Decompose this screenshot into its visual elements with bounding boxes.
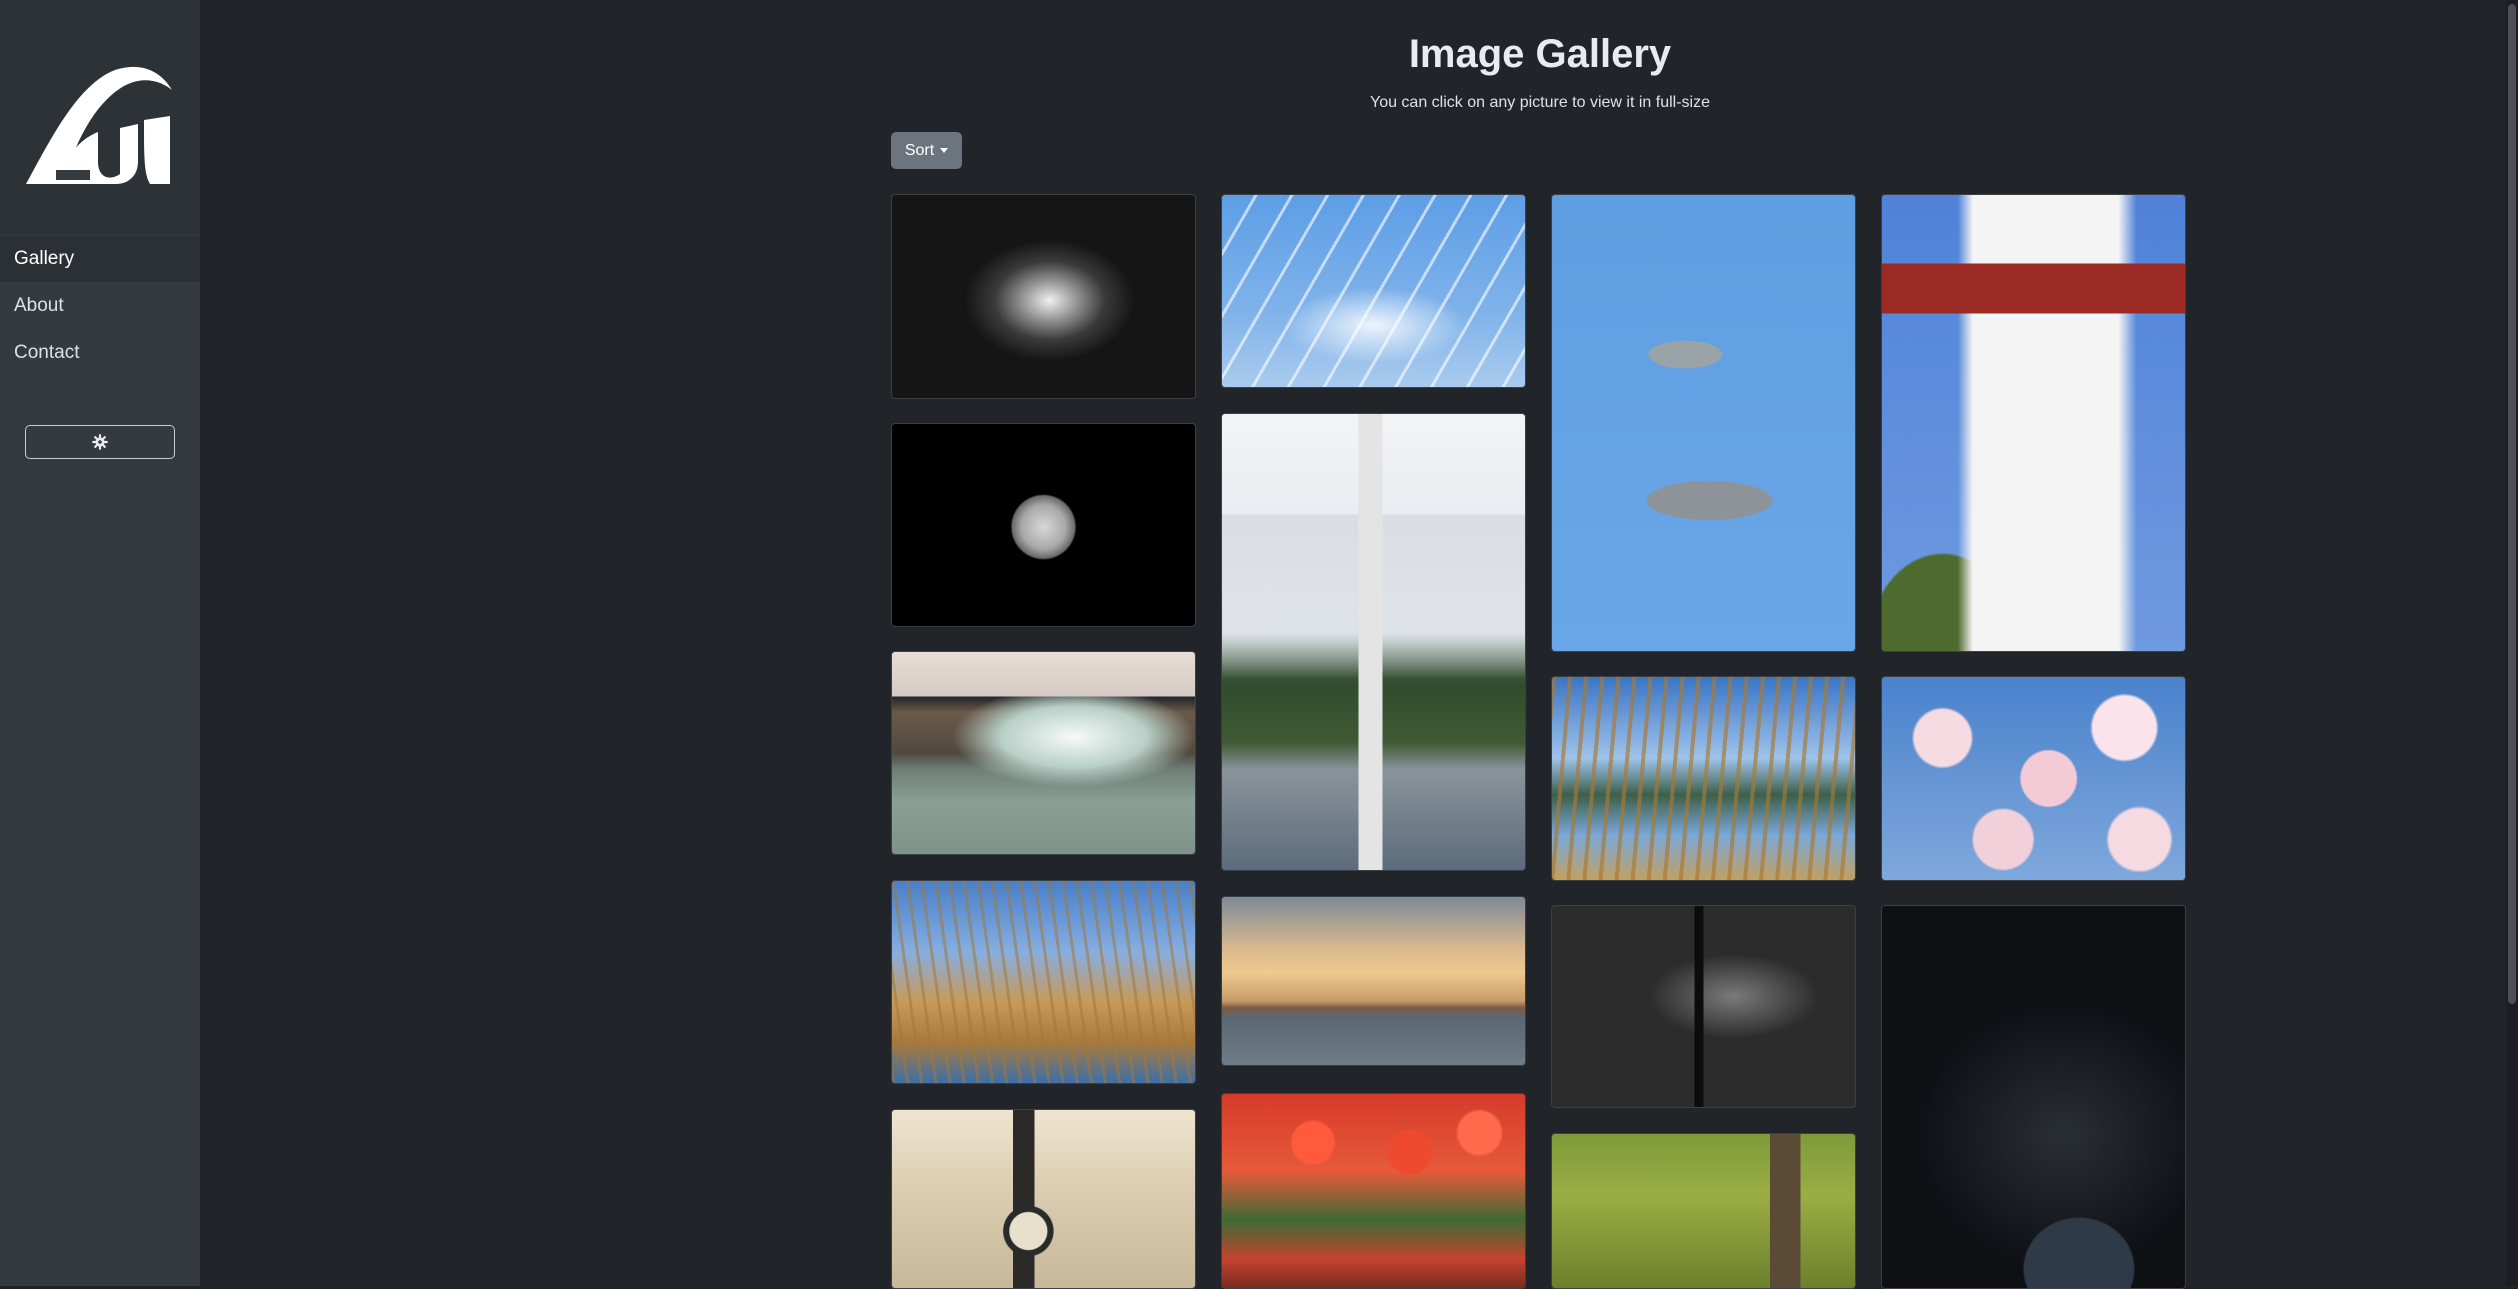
nav-contact[interactable]: Contact [0, 330, 200, 376]
sort-label: Sort [904, 141, 935, 159]
gallery-photo-plane-sunset[interactable] [1221, 896, 1526, 1066]
gallery-photo-bugatti[interactable] [1881, 905, 2186, 1289]
scrollbar-thumb[interactable] [2508, 4, 2516, 1004]
theme-toggle-button[interactable] [25, 425, 175, 459]
gallery-photo-ship-mast[interactable] [1551, 905, 1856, 1108]
gallery-photo-p51-f22-flight[interactable] [1551, 194, 1856, 652]
sidebar: Gallery About Contact [0, 0, 200, 1286]
gallery-photo-reeds-bird[interactable] [891, 880, 1196, 1084]
gallery-photo-clouds-moon[interactable] [891, 194, 1196, 399]
page-subtitle: You can click on any picture to view it … [1369, 94, 1710, 111]
gallery-photo-lanterns-festival[interactable] [1221, 1093, 1526, 1289]
gear-icon [92, 434, 108, 450]
gallery-photo-niagara-falls[interactable] [891, 651, 1196, 855]
gallery-photo-cherry-blossoms[interactable] [1881, 676, 2186, 881]
gallery-photo-reeds-lake[interactable] [1551, 676, 1856, 881]
gallery-photo-lighthouse-red[interactable] [1881, 194, 2186, 652]
logo[interactable] [0, 0, 200, 235]
nav-about[interactable]: About [0, 283, 200, 329]
nav-gallery[interactable]: Gallery [0, 236, 200, 282]
caret-down-icon [940, 148, 949, 153]
logo-icon [26, 66, 172, 184]
gallery-photo-full-moon[interactable] [891, 423, 1196, 627]
sort-dropdown-button[interactable]: Sort [891, 132, 962, 169]
gallery-photo-lighthouse-shore[interactable] [1221, 413, 1526, 871]
gallery-photo-willow-tree[interactable] [1551, 1133, 1856, 1289]
gallery-photo-airshow-flares[interactable] [1221, 194, 1526, 388]
page-scrollbar[interactable] [2506, 0, 2518, 1286]
gallery-photo-street-clock[interactable] [891, 1109, 1196, 1289]
page-title: Image Gallery [1408, 32, 1672, 76]
